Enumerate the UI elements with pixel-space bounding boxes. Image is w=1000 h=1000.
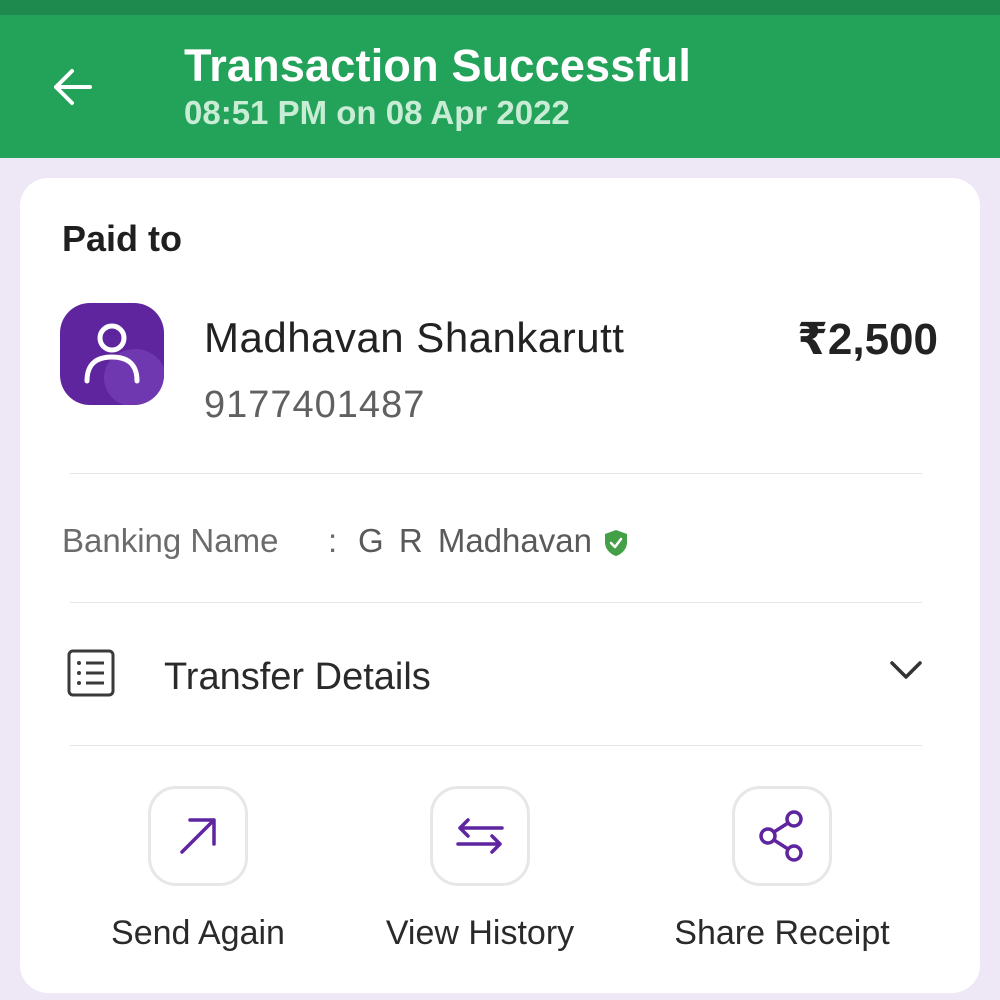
- banking-name-label: Banking Name: [62, 522, 279, 559]
- page-title: Transaction Successful: [184, 40, 692, 91]
- banking-name-separator: :: [328, 522, 338, 559]
- view-history-label: View History: [385, 914, 575, 952]
- receipt-list-icon: [67, 649, 115, 697]
- payee-avatar: [60, 303, 164, 405]
- send-again-label: Send Again: [111, 914, 285, 952]
- swap-arrows-icon: [456, 818, 504, 854]
- share-icon: [759, 810, 803, 862]
- transfer-details-label: Transfer Details: [164, 656, 431, 698]
- chevron-down-icon[interactable]: [888, 658, 924, 682]
- divider: [70, 602, 922, 603]
- paid-to-label: Paid to: [62, 218, 183, 259]
- share-receipt-button[interactable]: Share Receipt: [652, 786, 912, 976]
- arrow-up-right-icon: [180, 818, 216, 854]
- status-bar: [0, 0, 1000, 15]
- transaction-timestamp: 08:51 PM on 08 Apr 2022: [184, 94, 570, 131]
- share-receipt-icon-box[interactable]: [732, 786, 832, 886]
- share-receipt-label: Share Receipt: [674, 914, 890, 952]
- send-again-icon-box[interactable]: [148, 786, 248, 886]
- view-history-icon-box[interactable]: [430, 786, 530, 886]
- person-icon: [84, 323, 140, 384]
- payee-phone: 9177401487: [204, 384, 426, 426]
- view-history-button[interactable]: View History: [350, 786, 610, 976]
- transaction-card: Paid to Madhavan Shankarutt 9177401487 ₹…: [20, 178, 980, 993]
- amount-value: ₹2,500: [797, 315, 938, 364]
- divider: [70, 745, 922, 746]
- transfer-details-row[interactable]: Transfer Details: [50, 618, 950, 738]
- divider: [70, 473, 922, 474]
- app-header: Transaction Successful 08:51 PM on 08 Ap…: [0, 15, 1000, 158]
- back-button[interactable]: [40, 63, 104, 111]
- send-again-button[interactable]: Send Again: [68, 786, 328, 976]
- payee-name: Madhavan Shankarutt: [204, 314, 625, 361]
- verified-shield-icon: [605, 530, 627, 556]
- banking-name-value: G R Madhavan: [358, 522, 592, 559]
- arrow-left-icon: [54, 69, 92, 105]
